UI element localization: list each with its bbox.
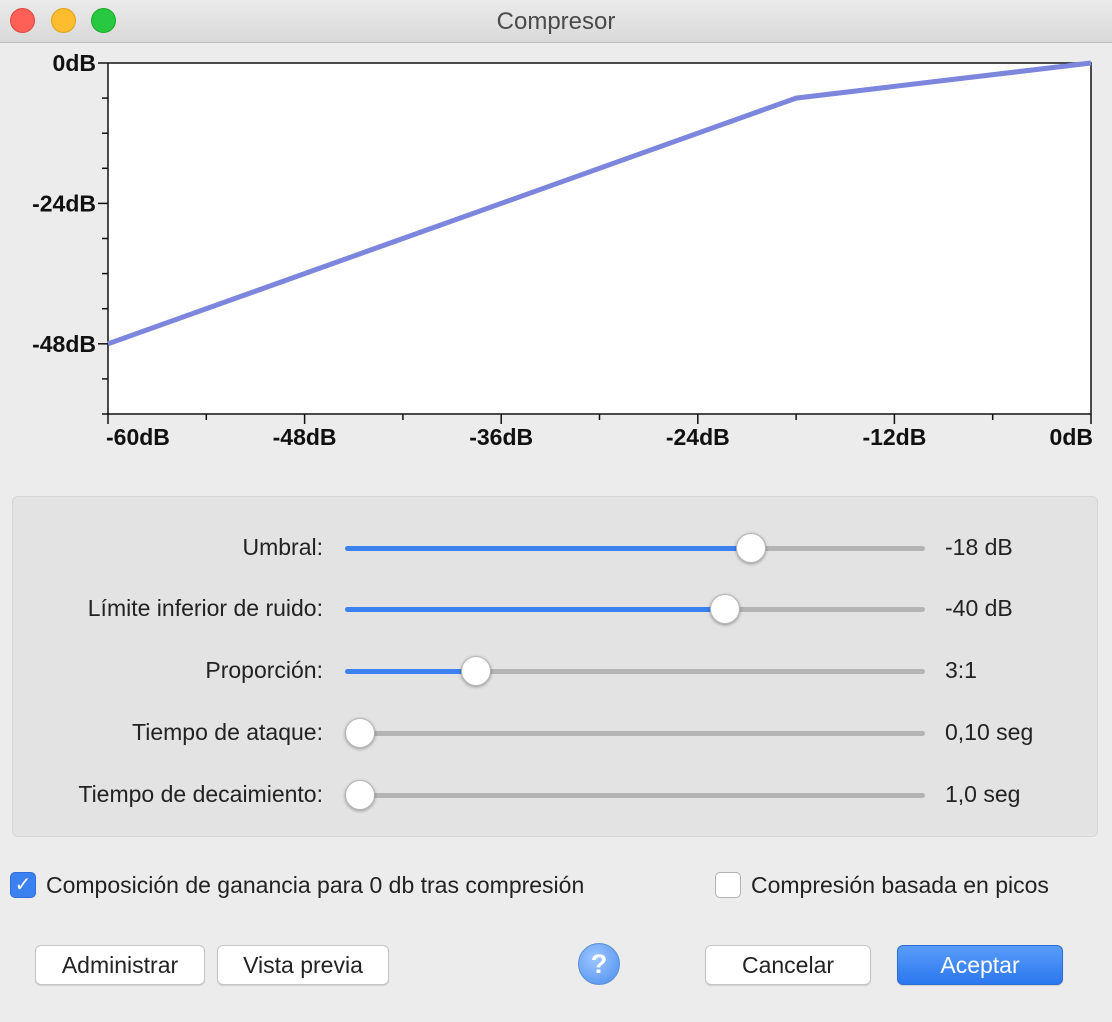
x-tick-label: -24dB — [666, 424, 730, 450]
help-icon[interactable]: ? — [578, 943, 620, 985]
slider-thumb[interactable] — [709, 594, 740, 624]
slider-label: Tiempo de ataque: — [132, 719, 323, 745]
y-tick-label: -48dB — [32, 331, 96, 357]
cancel-button[interactable]: Cancelar — [705, 945, 871, 985]
slider-track[interactable] — [344, 780, 925, 810]
slider-thumb[interactable] — [344, 718, 375, 748]
x-tick-label: -48dB — [273, 424, 337, 450]
slider-thumb[interactable] — [736, 533, 766, 563]
slider-value: -40 dB — [945, 595, 1013, 621]
makeup-gain-label: Composición de ganancia para 0 db tras c… — [46, 871, 585, 898]
slider-thumb[interactable] — [344, 780, 375, 810]
slider-track[interactable] — [345, 594, 925, 624]
slider-row: Límite inferior de ruido: -40 dB — [13, 589, 1099, 629]
x-tick-label: -36dB — [469, 424, 533, 450]
peak-compression-label: Compresión basada en picos — [751, 871, 1049, 898]
manage-button[interactable]: Administrar — [35, 945, 205, 985]
slider-row: Proporción: 3:1 — [13, 651, 1099, 691]
checkmark-icon: ✓ — [14, 874, 32, 896]
slider-thumb[interactable] — [460, 656, 491, 686]
makeup-gain-checkbox[interactable]: ✓ — [10, 872, 36, 898]
slider-row: Tiempo de ataque: 0,10 seg — [13, 713, 1099, 753]
slider-fill — [345, 669, 476, 674]
makeup-gain-option[interactable]: ✓ Composición de ganancia para 0 db tras… — [10, 869, 584, 901]
slider-row: Umbral: -18 dB — [13, 528, 1099, 568]
peak-compression-option[interactable]: Compresión basada en picos — [715, 869, 1049, 901]
x-tick-label: -12dB — [862, 424, 926, 450]
x-tick-label: -60dB — [106, 424, 170, 450]
x-tick-label: 0dB — [1050, 424, 1093, 450]
slider-row: Tiempo de decaimiento: 1,0 seg — [13, 775, 1099, 815]
compression-curve-chart: -60dB -48dB -36dB -24dB -12dB 0dB 0dB -24dB -48d… — [32, 50, 1093, 450]
slider-value: -18 dB — [945, 534, 1013, 560]
slider-label: Límite inferior de ruido: — [87, 595, 323, 621]
plot-area — [107, 62, 1092, 415]
y-tick-label: -24dB — [32, 190, 96, 216]
slider-track[interactable] — [345, 656, 925, 686]
slider-track[interactable] — [344, 718, 925, 748]
slider-value: 3:1 — [945, 657, 977, 683]
window-title: Compresor — [496, 8, 616, 35]
slider-label: Proporción: — [205, 657, 323, 683]
preview-button[interactable]: Vista previa — [217, 945, 389, 985]
y-tick-label: 0dB — [53, 50, 96, 76]
slider-track[interactable] — [345, 533, 925, 563]
title-bar: Compresor — [0, 0, 1112, 43]
slider-value: 1,0 seg — [945, 781, 1021, 807]
parameters-panel: Umbral: -18 dB Límite inferior de ruido: -4… — [12, 496, 1098, 837]
slider-fill — [345, 607, 725, 612]
slider-value: 0,10 seg — [945, 719, 1034, 745]
slider-fill — [345, 546, 751, 551]
ok-button[interactable]: Aceptar — [897, 945, 1063, 985]
slider-label: Umbral: — [242, 534, 323, 560]
peak-compression-checkbox[interactable] — [715, 872, 741, 898]
slider-label: Tiempo de decaimiento: — [78, 781, 323, 807]
